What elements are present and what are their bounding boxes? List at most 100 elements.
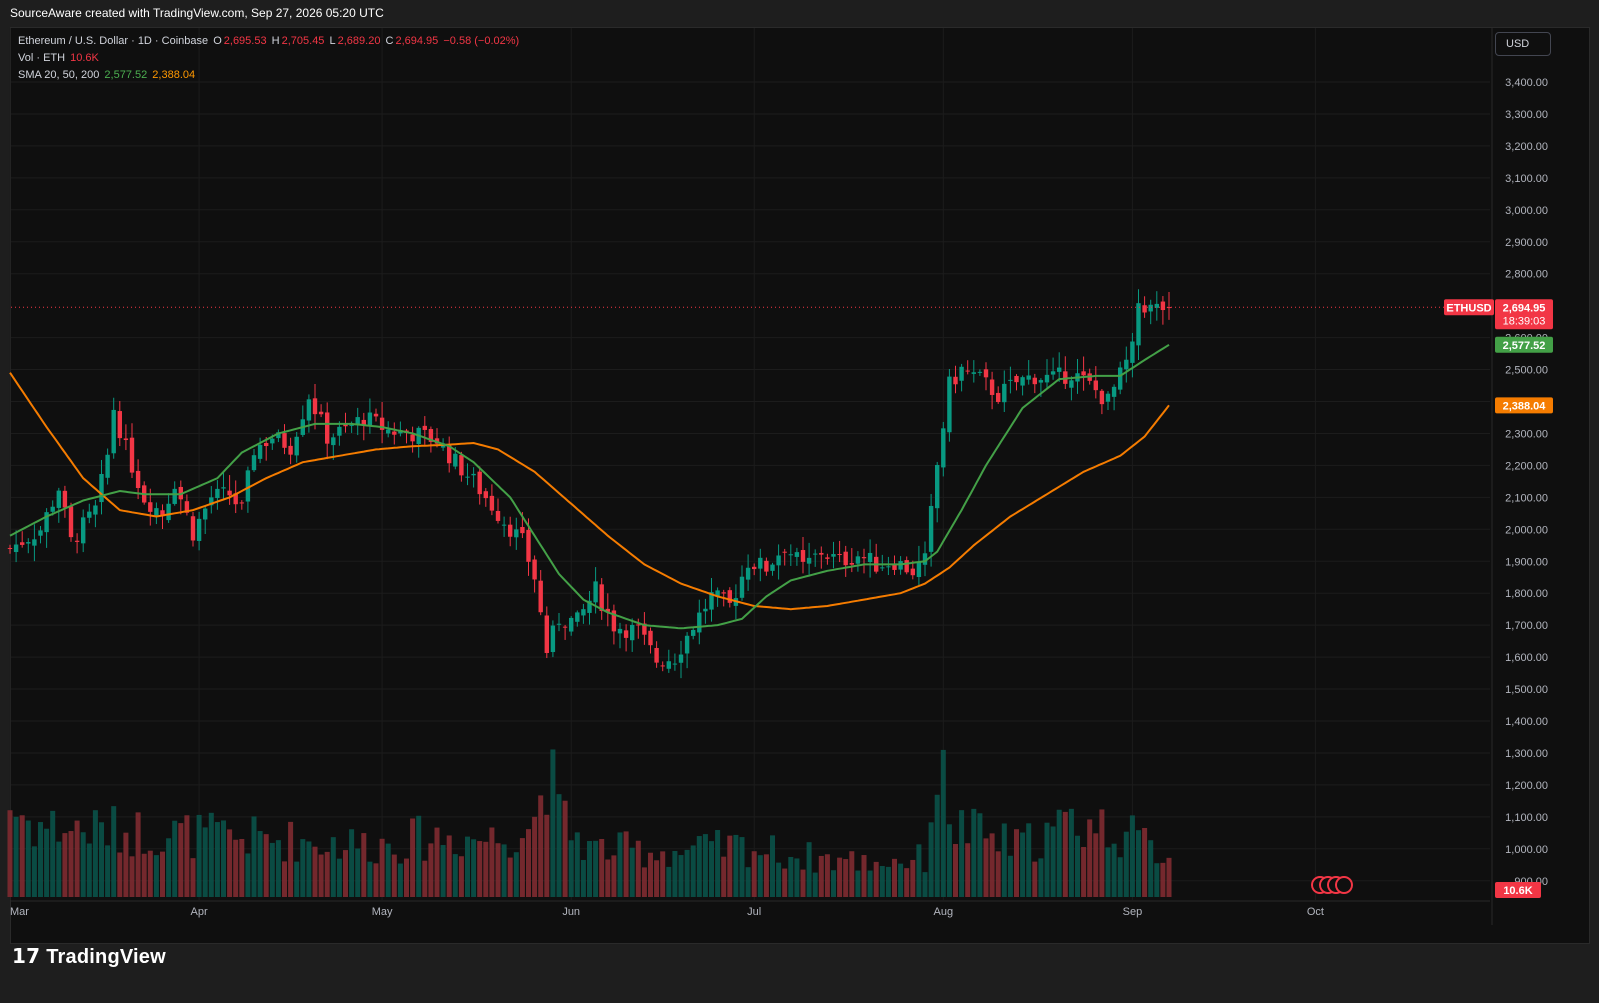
candle-body [1105, 393, 1111, 402]
volume-bar [312, 846, 318, 897]
y-tick-label: 1,900.00 [1505, 556, 1548, 568]
volume-bar [776, 862, 782, 897]
volume-bar [306, 841, 312, 897]
candle-body [959, 366, 964, 381]
candle-body [581, 609, 586, 616]
volume-bar [770, 835, 775, 897]
volume-bar [934, 794, 940, 897]
legend-high: 2,705.45 [281, 35, 325, 47]
volume-bar [892, 858, 897, 897]
candle-body [1008, 379, 1013, 381]
volume-bar [416, 815, 422, 897]
volume-bar [922, 872, 928, 897]
candle-body [617, 628, 623, 634]
volume-bar [580, 859, 586, 897]
candle-body [648, 630, 653, 646]
volume-bar [977, 813, 983, 897]
legend-volume: Vol · ETH 10.6K [18, 52, 99, 64]
price-chart[interactable]: 3,400.00 3,300.00 3,200.00 3,100.00 3,000.00… [0, 0, 1599, 1003]
volume-bar [129, 856, 135, 897]
volume-bar [678, 855, 684, 897]
x-tick-label: Sep [1123, 906, 1143, 918]
volume-bar [428, 843, 434, 897]
candle-body [666, 661, 671, 669]
volume-bar [483, 841, 489, 897]
volume-bar [233, 839, 239, 897]
candle-body [367, 412, 373, 426]
candle-body [1044, 374, 1050, 383]
volume-bar [800, 869, 806, 897]
candle-body [697, 612, 702, 633]
candle-body [550, 625, 556, 653]
volume-bar [1014, 829, 1019, 897]
legend-close: 2,694.95 [395, 35, 439, 47]
legend-symbol: Ethereum / U.S. Dollar · 1D · Coinbase [18, 35, 209, 47]
candle-body [599, 584, 604, 612]
volume-bar [538, 795, 544, 897]
volume-bar [879, 866, 885, 897]
candle-body [861, 557, 867, 559]
y-tick-label: 2,100.00 [1505, 492, 1548, 504]
volume-bar [587, 841, 592, 897]
tradingview-logo-icon: 𝟭𝟳 [12, 946, 41, 968]
volume-bar [574, 832, 580, 897]
volume-bar [715, 830, 721, 897]
candle-body [800, 550, 806, 562]
volume-bar [654, 860, 660, 897]
volume-bar [410, 818, 416, 897]
volume-bar [13, 816, 19, 897]
volume-bar [1001, 823, 1007, 897]
candle-body [965, 370, 970, 372]
volume-bar [477, 841, 483, 897]
candle-body [971, 372, 976, 374]
volume-bar [147, 850, 153, 897]
candle-body [251, 455, 257, 471]
volume-bar [1032, 861, 1038, 897]
volume-bar [904, 868, 910, 897]
sma20-line [9, 343, 1170, 630]
candle-body [489, 495, 495, 511]
y-tick-label: 2,200.00 [1505, 460, 1548, 472]
volume-bar [1093, 833, 1099, 897]
candle-body [684, 635, 690, 654]
volume-bar [1154, 863, 1160, 897]
candle-body [544, 615, 549, 654]
currency-button[interactable]: USD [1495, 32, 1551, 56]
volume-bar [519, 838, 525, 897]
legend-ohlc: Ethereum / U.S. Dollar · 1D · Coinbase O… [18, 35, 520, 47]
y-tick-label: 1,300.00 [1505, 748, 1548, 760]
volume-bar [855, 870, 861, 897]
volume-bar [940, 749, 946, 897]
volume-bar [160, 851, 165, 897]
volume-bar [1105, 847, 1111, 897]
volume-bar [257, 831, 263, 897]
candle-body [1032, 377, 1037, 385]
candle-body [1014, 375, 1019, 383]
candle-body [849, 562, 854, 565]
candle-body [831, 554, 836, 557]
price-tags: ETHUSD 2,694.9518:39:03 2,577.52 2,388.04 10… [11, 299, 1553, 898]
candle-body [837, 554, 842, 556]
volume-bar [928, 822, 934, 897]
volume-bar [294, 861, 300, 897]
candle-body [996, 392, 1001, 403]
volume-tag: 10.6K [1503, 885, 1532, 897]
candle-body [325, 412, 330, 444]
candle-body [855, 556, 861, 564]
candle-body [569, 617, 574, 632]
volume-bar [635, 840, 641, 897]
volume-bar [202, 827, 208, 897]
candle-body [1142, 305, 1147, 313]
legend-sma: SMA 20, 50, 200 2,577.52 2,388.04 [18, 69, 196, 81]
tradingview-logo[interactable]: 𝟭𝟳 TradingView [12, 944, 166, 969]
candle-body [68, 506, 74, 538]
volume-bar [80, 832, 86, 897]
candle-body [843, 551, 848, 566]
legend-change: −0.58 (−0.02%) [443, 35, 520, 47]
candle-body [227, 490, 232, 496]
volume-bar [1007, 855, 1013, 897]
volume-bar [885, 866, 891, 897]
volume-bar [184, 815, 190, 897]
candle-body [904, 560, 909, 573]
candle-body [508, 524, 513, 537]
